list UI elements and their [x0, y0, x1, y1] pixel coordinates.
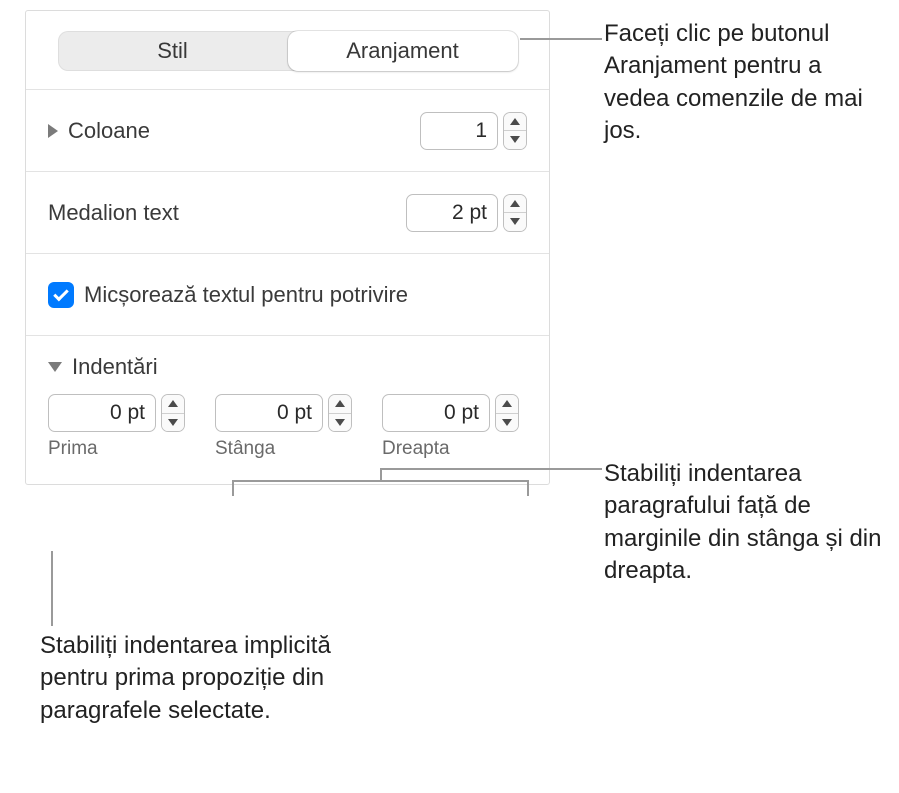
- text-inset-label: Medalion text: [48, 200, 179, 226]
- chevron-down-icon: [335, 419, 345, 426]
- columns-step-down[interactable]: [504, 131, 526, 149]
- chevron-right-icon[interactable]: [48, 124, 58, 138]
- tab-style[interactable]: Stil: [58, 31, 288, 71]
- layout-inspector-panel: Stil Aranjament Coloane Medalion text: [25, 10, 550, 485]
- indent-left-step-down[interactable]: [329, 414, 351, 432]
- columns-stepper: [420, 112, 527, 150]
- segmented-control: Stil Aranjament: [58, 31, 518, 71]
- text-inset-input[interactable]: [406, 194, 498, 232]
- indent-right-field: Dreapta: [382, 394, 519, 460]
- checkmark-icon: [53, 285, 69, 301]
- chevron-down-icon: [502, 419, 512, 426]
- indents-header: Indentări: [72, 354, 158, 380]
- columns-input[interactable]: [420, 112, 498, 150]
- indent-right-input[interactable]: [382, 394, 490, 432]
- bracket-icon: [232, 480, 529, 496]
- leader-line: [380, 468, 602, 470]
- chevron-down-icon[interactable]: [48, 362, 62, 372]
- shrink-text-label: Micșorează textul pentru potrivire: [84, 282, 408, 308]
- indent-right-step-down[interactable]: [496, 414, 518, 432]
- columns-label: Coloane: [68, 118, 150, 144]
- callout-first-indent: Stabiliți indentarea implicită pentru pr…: [40, 630, 350, 727]
- text-inset-step-up[interactable]: [504, 195, 526, 214]
- chevron-down-icon: [510, 136, 520, 143]
- indent-right-label: Dreapta: [382, 438, 519, 460]
- text-inset-row: Medalion text: [26, 172, 549, 254]
- text-inset-stepper: [406, 194, 527, 232]
- shrink-text-row: Micșorează textul pentru potrivire: [26, 254, 549, 336]
- indent-first-step-down[interactable]: [162, 414, 184, 432]
- chevron-up-icon: [510, 200, 520, 207]
- text-inset-step-down[interactable]: [504, 213, 526, 231]
- indent-left-step-up[interactable]: [329, 395, 351, 414]
- chevron-down-icon: [510, 218, 520, 225]
- indent-first-field: Prima: [48, 394, 185, 460]
- columns-step-up[interactable]: [504, 113, 526, 132]
- indent-first-label: Prima: [48, 438, 185, 460]
- indent-right-step-up[interactable]: [496, 395, 518, 414]
- chevron-up-icon: [335, 400, 345, 407]
- indent-left-input[interactable]: [215, 394, 323, 432]
- columns-row: Coloane: [26, 90, 549, 172]
- callout-left-right-indent: Stabiliți indentarea paragrafului față d…: [604, 458, 884, 588]
- callout-arrange: Faceți clic pe butonul Aranjament pentru…: [604, 18, 884, 148]
- tab-arrange[interactable]: Aranjament: [288, 31, 518, 71]
- indent-left-label: Stânga: [215, 438, 352, 460]
- chevron-down-icon: [168, 419, 178, 426]
- leader-line: [520, 38, 602, 40]
- indent-first-step-up[interactable]: [162, 395, 184, 414]
- chevron-up-icon: [502, 400, 512, 407]
- indents-section: Indentări Prima: [26, 336, 549, 484]
- tabs-row: Stil Aranjament: [26, 11, 549, 90]
- indent-left-field: Stânga: [215, 394, 352, 460]
- shrink-text-checkbox[interactable]: [48, 282, 74, 308]
- chevron-up-icon: [510, 118, 520, 125]
- chevron-up-icon: [168, 400, 178, 407]
- indent-first-input[interactable]: [48, 394, 156, 432]
- leader-line: [51, 551, 53, 626]
